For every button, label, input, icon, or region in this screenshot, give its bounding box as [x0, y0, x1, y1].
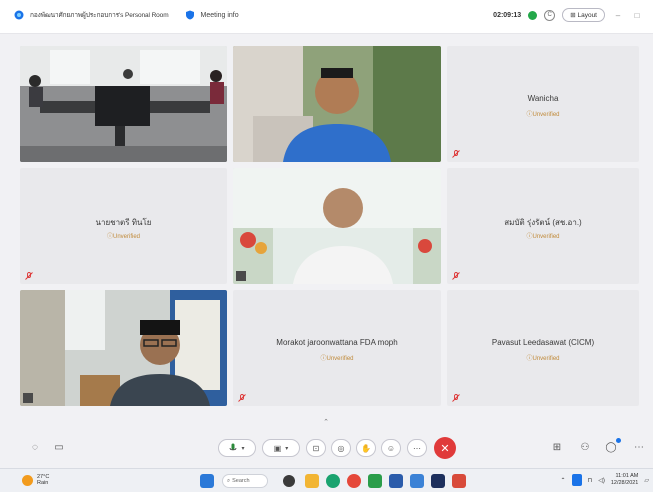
- layout-button[interactable]: ⊞ Layout: [562, 8, 605, 22]
- unverified-label: ⓘUnverified: [320, 356, 354, 362]
- share-screen-icon: ⊡: [312, 443, 320, 453]
- more-dots-icon: ⋯: [413, 443, 421, 453]
- webex-logo-icon: [14, 10, 24, 20]
- participant-tile-chatree[interactable]: นายชาตรี ทินโย ⓘUnverified: [20, 168, 227, 284]
- pdf-icon[interactable]: [452, 474, 466, 488]
- muted-mic-icon: [25, 272, 33, 280]
- camera-icon: ▣: [273, 443, 282, 453]
- muted-mic-icon: [238, 394, 246, 402]
- mute-button[interactable]: ▾: [218, 439, 256, 457]
- participant-tile-man-glasses[interactable]: [20, 290, 227, 406]
- meeting-info-shield-icon[interactable]: [185, 10, 195, 20]
- secure-status-icon[interactable]: [528, 10, 538, 20]
- layout-grid-icon: ⊞: [570, 12, 576, 19]
- muted-mic-icon: [452, 394, 460, 402]
- volume-icon[interactable]: ◁): [598, 477, 605, 484]
- maximize-icon[interactable]: □: [631, 11, 643, 20]
- participants-icon[interactable]: ⚇: [578, 440, 592, 454]
- layout-label: Layout: [577, 12, 597, 19]
- webex-tray-icon[interactable]: [571, 474, 582, 486]
- minimize-icon[interactable]: –: [612, 11, 624, 20]
- webex-meeting-window: กองพัฒนาศักยภาพผู้ประกอบการ's Personal R…: [0, 0, 653, 492]
- unverified-label: ⓘUnverified: [526, 356, 560, 362]
- video-chevron-icon: ▾: [285, 445, 289, 452]
- hand-icon: ✋: [361, 443, 371, 453]
- participant-video-man-white-shirt: [233, 168, 441, 284]
- taskbar-search[interactable]: ⌕ Search: [222, 474, 268, 488]
- room-title: กองพัฒนาศักยภาพผู้ประกอบการ's Personal R…: [30, 12, 169, 19]
- participant-video-man-glasses: [20, 290, 227, 406]
- close-icon: ✕: [440, 442, 450, 455]
- windows-taskbar: 27°C Rain ⌕ Search ⌃ ⊓ ◁) 11:01 AM 12/28…: [0, 468, 653, 492]
- emoji-button[interactable]: ☺: [381, 439, 401, 457]
- clock[interactable]: 11:01 AM 12/28/2021: [611, 473, 639, 487]
- muted-mic-icon: [452, 150, 460, 158]
- video-button[interactable]: ▣ ▾: [262, 439, 300, 457]
- start-windows-icon[interactable]: [200, 474, 214, 488]
- participant-name: Morakot jaroonwattana FDA moph: [276, 338, 398, 347]
- participant-tile-morakot[interactable]: Morakot jaroonwattana FDA moph ⓘUnverifi…: [233, 290, 441, 406]
- chat-bubble-icon[interactable]: ▭: [52, 440, 66, 454]
- network-icon[interactable]: ⊓: [588, 477, 593, 484]
- more-options-button[interactable]: ⋯: [407, 439, 427, 457]
- weather-widget[interactable]: 27°C Rain: [22, 474, 49, 486]
- meeting-timer: 02:09:13: [493, 11, 522, 19]
- participant-name: Wanicha: [527, 94, 559, 103]
- title-bar: กองพัฒนาศักยภาพผู้ประกอบการ's Personal R…: [0, 0, 653, 34]
- participant-tile-pavasut[interactable]: Pavasut Leedasawat (CICM) ⓘUnverified: [447, 290, 639, 406]
- reactions-icon[interactable]: ◌: [28, 440, 42, 454]
- green-app-icon[interactable]: [368, 474, 382, 488]
- collapse-toolbar-chevron-icon[interactable]: ⌃: [318, 418, 334, 426]
- unverified-label: ⓘUnverified: [526, 234, 560, 240]
- record-button[interactable]: ◎: [331, 439, 351, 457]
- captions-icon[interactable]: C: [544, 9, 556, 21]
- file-explorer-icon[interactable]: [305, 474, 319, 488]
- show-hidden-icons-chevron-icon[interactable]: ⌃: [561, 477, 566, 484]
- clock-time: 11:01 AM: [615, 473, 639, 479]
- participant-tile-sombat[interactable]: สมบัติ รุ่งรัตน์ (สช.อา.) ⓘUnverified: [447, 168, 639, 284]
- system-tray: ⌃ ⊓ ◁) 11:01 AM 12/28/2021 ▱: [561, 473, 649, 487]
- participant-tile-conference-room[interactable]: [20, 46, 227, 162]
- share-button[interactable]: ⊡: [306, 439, 326, 457]
- word-icon[interactable]: [389, 474, 403, 488]
- webex-taskbar-icon[interactable]: [431, 474, 445, 488]
- end-call-button[interactable]: ✕: [434, 437, 456, 459]
- search-label: Search: [232, 478, 250, 484]
- search-icon: ⌕: [227, 477, 231, 484]
- photos-icon[interactable]: [410, 474, 424, 488]
- participant-name: นายชาตรี ทินโย: [95, 218, 152, 227]
- conference-room-video: [20, 46, 227, 162]
- participant-name: Pavasut Leedasawat (CICM): [491, 338, 595, 347]
- participant-tile-wanicha[interactable]: Wanicha ⓘUnverified: [447, 46, 639, 162]
- participant-name: สมบัติ รุ่งรัตน์ (สช.อา.): [504, 218, 582, 227]
- unverified-label: ⓘUnverified: [106, 234, 140, 240]
- task-view-icon[interactable]: [283, 475, 295, 487]
- participant-video-man-blue-shirt: [233, 46, 441, 162]
- chrome-browser-icon[interactable]: [347, 474, 361, 488]
- notifications-icon[interactable]: ▱: [644, 477, 649, 484]
- smiley-icon: ☺: [386, 443, 396, 453]
- apps-icon[interactable]: ⊞: [550, 440, 564, 454]
- edge-browser-icon[interactable]: [326, 474, 340, 488]
- microphone-icon: [230, 443, 237, 451]
- notification-dot: [616, 438, 621, 443]
- weather-sun-icon: [22, 474, 33, 486]
- participant-tile-man-white-shirt[interactable]: [233, 168, 441, 284]
- mute-chevron-icon: ▾: [241, 445, 245, 452]
- muted-mic-icon: [452, 272, 460, 280]
- weather-description: Rain: [37, 480, 49, 486]
- clock-date: 12/28/2021: [610, 480, 639, 486]
- meeting-info-link[interactable]: Meeting info: [201, 12, 239, 19]
- raise-hand-button[interactable]: ✋: [356, 439, 376, 457]
- unverified-label: ⓘUnverified: [526, 112, 560, 118]
- meeting-toolbar: ◌ ▭ ▾ ▣ ▾ ⊡ ◎ ✋ ☺ ⋯ ✕ ⊞ ⚇ ◯ ⋯: [0, 428, 653, 468]
- more-panels-icon[interactable]: ⋯: [632, 440, 646, 454]
- participant-tile-man-blue-shirt[interactable]: [233, 46, 441, 162]
- record-icon: ◎: [337, 443, 345, 453]
